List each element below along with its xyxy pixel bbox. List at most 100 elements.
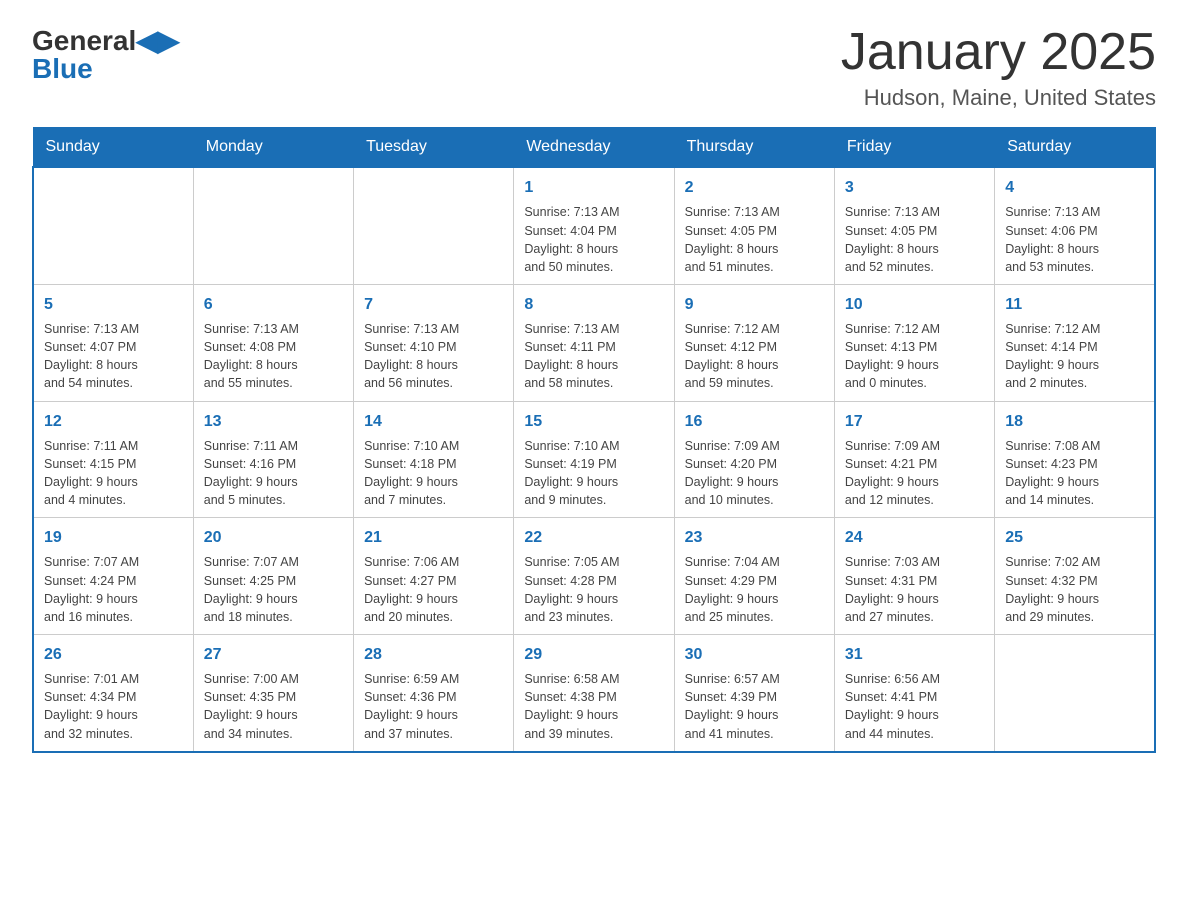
day-number: 9: [685, 293, 824, 316]
day-number: 4: [1005, 176, 1144, 199]
calendar-cell: 31 Sunrise: 6:56 AMSunset: 4:41 PMDayligh…: [834, 634, 994, 751]
col-tuesday: Tuesday: [354, 128, 514, 168]
day-info: Sunrise: 7:12 AMSunset: 4:12 PMDaylight:…: [685, 320, 824, 393]
logo-blue-arrow: ◀▶: [136, 24, 179, 57]
day-number: 14: [364, 410, 503, 433]
day-number: 29: [524, 643, 663, 666]
day-info: Sunrise: 7:06 AMSunset: 4:27 PMDaylight:…: [364, 553, 503, 626]
calendar-week-1: 1 Sunrise: 7:13 AMSunset: 4:04 PMDaylight…: [33, 167, 1155, 284]
day-info: Sunrise: 7:12 AMSunset: 4:13 PMDaylight:…: [845, 320, 984, 393]
day-info: Sunrise: 7:13 AMSunset: 4:04 PMDaylight:…: [524, 203, 663, 276]
day-info: Sunrise: 6:56 AMSunset: 4:41 PMDaylight:…: [845, 670, 984, 743]
calendar-cell: 17 Sunrise: 7:09 AMSunset: 4:21 PMDayligh…: [834, 401, 994, 518]
page-header: General ◀▶ Blue January 2025 Hudson, Mai…: [32, 24, 1156, 111]
day-number: 24: [845, 526, 984, 549]
day-number: 10: [845, 293, 984, 316]
day-number: 31: [845, 643, 984, 666]
day-info: Sunrise: 7:13 AMSunset: 4:06 PMDaylight:…: [1005, 203, 1144, 276]
day-info: Sunrise: 7:13 AMSunset: 4:05 PMDaylight:…: [845, 203, 984, 276]
day-number: 11: [1005, 293, 1144, 316]
day-number: 17: [845, 410, 984, 433]
day-number: 1: [524, 176, 663, 199]
col-sunday: Sunday: [33, 128, 193, 168]
logo-blue-label: Blue: [32, 53, 93, 85]
calendar-cell: [354, 167, 514, 284]
day-info: Sunrise: 7:07 AMSunset: 4:24 PMDaylight:…: [44, 553, 183, 626]
day-info: Sunrise: 7:09 AMSunset: 4:20 PMDaylight:…: [685, 437, 824, 510]
day-number: 16: [685, 410, 824, 433]
day-number: 22: [524, 526, 663, 549]
calendar-week-4: 19 Sunrise: 7:07 AMSunset: 4:24 PMDayligh…: [33, 518, 1155, 635]
calendar-cell: 14 Sunrise: 7:10 AMSunset: 4:18 PMDayligh…: [354, 401, 514, 518]
day-info: Sunrise: 7:02 AMSunset: 4:32 PMDaylight:…: [1005, 553, 1144, 626]
day-info: Sunrise: 7:12 AMSunset: 4:14 PMDaylight:…: [1005, 320, 1144, 393]
day-number: 18: [1005, 410, 1144, 433]
logo-general: General: [32, 25, 136, 57]
day-info: Sunrise: 7:05 AMSunset: 4:28 PMDaylight:…: [524, 553, 663, 626]
calendar-week-2: 5 Sunrise: 7:13 AMSunset: 4:07 PMDaylight…: [33, 284, 1155, 401]
day-number: 2: [685, 176, 824, 199]
day-number: 13: [204, 410, 343, 433]
calendar-cell: [33, 167, 193, 284]
calendar-cell: 15 Sunrise: 7:10 AMSunset: 4:19 PMDayligh…: [514, 401, 674, 518]
day-info: Sunrise: 7:13 AMSunset: 4:08 PMDaylight:…: [204, 320, 343, 393]
day-info: Sunrise: 6:57 AMSunset: 4:39 PMDaylight:…: [685, 670, 824, 743]
calendar-cell: 26Sunrise: 7:01 AMSunset: 4:34 PMDayligh…: [33, 634, 193, 751]
title-section: January 2025 Hudson, Maine, United State…: [841, 24, 1156, 111]
col-saturday: Saturday: [995, 128, 1155, 168]
calendar-cell: 10 Sunrise: 7:12 AMSunset: 4:13 PMDayligh…: [834, 284, 994, 401]
calendar-cell: 30 Sunrise: 6:57 AMSunset: 4:39 PMDayligh…: [674, 634, 834, 751]
calendar-cell: [995, 634, 1155, 751]
day-info: Sunrise: 6:59 AMSunset: 4:36 PMDaylight:…: [364, 670, 503, 743]
day-number: 30: [685, 643, 824, 666]
calendar-location: Hudson, Maine, United States: [841, 85, 1156, 111]
day-info: Sunrise: 7:07 AMSunset: 4:25 PMDaylight:…: [204, 553, 343, 626]
calendar-cell: 8 Sunrise: 7:13 AMSunset: 4:11 PMDaylight…: [514, 284, 674, 401]
day-number: 8: [524, 293, 663, 316]
day-number: 25: [1005, 526, 1144, 549]
day-info: Sunrise: 7:13 AMSunset: 4:10 PMDaylight:…: [364, 320, 503, 393]
calendar-cell: 3 Sunrise: 7:13 AMSunset: 4:05 PMDaylight…: [834, 167, 994, 284]
day-info: Sunrise: 7:13 AMSunset: 4:05 PMDaylight:…: [685, 203, 824, 276]
calendar-week-5: 26Sunrise: 7:01 AMSunset: 4:34 PMDayligh…: [33, 634, 1155, 751]
calendar-cell: 23Sunrise: 7:04 AMSunset: 4:29 PMDayligh…: [674, 518, 834, 635]
day-number: 21: [364, 526, 503, 549]
col-friday: Friday: [834, 128, 994, 168]
day-info: Sunrise: 7:08 AMSunset: 4:23 PMDaylight:…: [1005, 437, 1144, 510]
calendar-cell: 29Sunrise: 6:58 AMSunset: 4:38 PMDayligh…: [514, 634, 674, 751]
day-info: Sunrise: 7:13 AMSunset: 4:07 PMDaylight:…: [44, 320, 183, 393]
calendar-cell: 9 Sunrise: 7:12 AMSunset: 4:12 PMDaylight…: [674, 284, 834, 401]
day-number: 28: [364, 643, 503, 666]
day-info: Sunrise: 7:13 AMSunset: 4:11 PMDaylight:…: [524, 320, 663, 393]
calendar-cell: 1 Sunrise: 7:13 AMSunset: 4:04 PMDaylight…: [514, 167, 674, 284]
day-info: Sunrise: 7:01 AMSunset: 4:34 PMDaylight:…: [44, 670, 183, 743]
day-info: Sunrise: 7:11 AMSunset: 4:16 PMDaylight:…: [204, 437, 343, 510]
day-number: 6: [204, 293, 343, 316]
calendar-cell: 28 Sunrise: 6:59 AMSunset: 4:36 PMDayligh…: [354, 634, 514, 751]
day-info: Sunrise: 7:00 AMSunset: 4:35 PMDaylight:…: [204, 670, 343, 743]
calendar-cell: 24 Sunrise: 7:03 AMSunset: 4:31 PMDayligh…: [834, 518, 994, 635]
day-number: 27: [204, 643, 343, 666]
day-info: Sunrise: 7:03 AMSunset: 4:31 PMDaylight:…: [845, 553, 984, 626]
calendar-cell: 7 Sunrise: 7:13 AMSunset: 4:10 PMDaylight…: [354, 284, 514, 401]
calendar-cell: 11 Sunrise: 7:12 AMSunset: 4:14 PMDayligh…: [995, 284, 1155, 401]
calendar-cell: 21 Sunrise: 7:06 AMSunset: 4:27 PMDayligh…: [354, 518, 514, 635]
day-info: Sunrise: 7:10 AMSunset: 4:18 PMDaylight:…: [364, 437, 503, 510]
day-number: 5: [44, 293, 183, 316]
day-number: 15: [524, 410, 663, 433]
day-number: 3: [845, 176, 984, 199]
day-info: Sunrise: 7:11 AMSunset: 4:15 PMDaylight:…: [44, 437, 183, 510]
day-number: 23: [685, 526, 824, 549]
calendar-cell: 27 Sunrise: 7:00 AMSunset: 4:35 PMDayligh…: [193, 634, 353, 751]
calendar-cell: 20Sunrise: 7:07 AMSunset: 4:25 PMDayligh…: [193, 518, 353, 635]
calendar-week-3: 12Sunrise: 7:11 AMSunset: 4:15 PMDayligh…: [33, 401, 1155, 518]
calendar-cell: 12Sunrise: 7:11 AMSunset: 4:15 PMDayligh…: [33, 401, 193, 518]
calendar-cell: [193, 167, 353, 284]
day-info: Sunrise: 7:10 AMSunset: 4:19 PMDaylight:…: [524, 437, 663, 510]
calendar-cell: 25 Sunrise: 7:02 AMSunset: 4:32 PMDayligh…: [995, 518, 1155, 635]
day-info: Sunrise: 7:09 AMSunset: 4:21 PMDaylight:…: [845, 437, 984, 510]
day-number: 7: [364, 293, 503, 316]
col-monday: Monday: [193, 128, 353, 168]
calendar-cell: 19 Sunrise: 7:07 AMSunset: 4:24 PMDayligh…: [33, 518, 193, 635]
day-number: 19: [44, 526, 183, 549]
